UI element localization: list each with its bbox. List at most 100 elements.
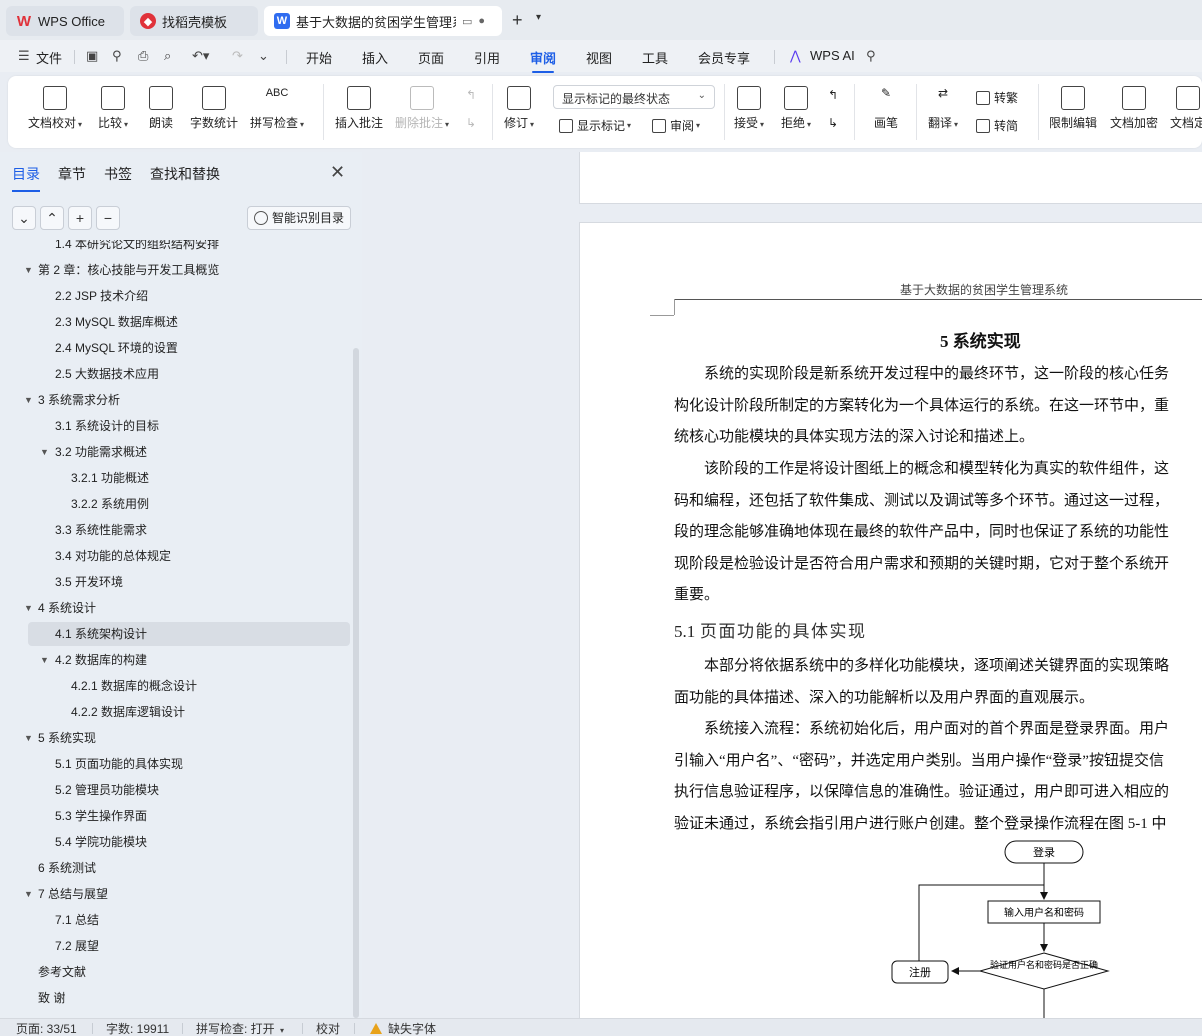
previous-comment-icon[interactable]: ↰ xyxy=(466,88,476,102)
smart-toc-button[interactable]: 智能识别目录 xyxy=(247,206,351,230)
print-icon[interactable]: ⎙ xyxy=(138,48,148,64)
tab-dot-icon[interactable]: ● xyxy=(478,15,485,27)
spell-check-button[interactable]: ABC 拼写检查 ▾ xyxy=(250,86,304,131)
insert-comment-button[interactable]: 插入批注 xyxy=(335,86,383,131)
expand-arrow-icon[interactable]: ▼ xyxy=(24,726,33,750)
expand-arrow-icon[interactable]: ▼ xyxy=(24,258,33,282)
toc-item[interactable]: 3.2.2 系统用例 xyxy=(0,492,350,516)
missing-font-status[interactable]: 缺失字体 xyxy=(370,1020,436,1036)
toc-item[interactable]: 3.1 系统设计的目标 xyxy=(0,414,350,438)
encrypt-button[interactable]: 文档加密 xyxy=(1110,86,1158,131)
hamburger-icon[interactable]: ☰ xyxy=(18,48,30,64)
toc-item[interactable]: 5.4 学院功能模块 xyxy=(0,830,350,854)
nav-tab-toc[interactable]: 目录 xyxy=(12,164,40,192)
doc-check-button[interactable]: 文档校对 ▾ xyxy=(28,86,82,131)
toc-item[interactable]: 5.3 学生操作界面 xyxy=(0,804,350,828)
new-tab-icon[interactable]: + xyxy=(512,10,523,31)
toc-item[interactable]: 3.3 系统性能需求 xyxy=(0,518,350,542)
share-icon[interactable]: ⚲ xyxy=(112,48,122,64)
undo-icon[interactable]: ↶▾ xyxy=(192,48,209,64)
expand-arrow-icon[interactable]: ▼ xyxy=(40,440,49,464)
toc-item[interactable]: 4.2.1 数据库的概念设计 xyxy=(0,674,350,698)
toc-item[interactable]: 4.2.2 数据库逻辑设计 xyxy=(0,700,350,724)
spell-check-status[interactable]: 拼写检查: 打开 ▾ xyxy=(196,1020,284,1036)
toc-item[interactable]: ▼ 第 2 章：核心技能与开发工具概览 xyxy=(0,258,350,282)
toc-item[interactable]: 2.2 JSP 技术介绍 xyxy=(0,284,350,308)
tab-wps-office[interactable]: W WPS Office xyxy=(6,6,124,36)
toc-item[interactable]: 3.4 对功能的总体规定 xyxy=(0,544,350,568)
read-aloud-button[interactable]: 朗读 xyxy=(149,86,173,131)
track-changes-button[interactable]: 修订 ▾ xyxy=(504,86,534,131)
toc-item[interactable]: 2.3 MySQL 数据库概述 xyxy=(0,310,350,334)
accept-button[interactable]: 接受 ▾ xyxy=(734,86,764,131)
toc-item[interactable]: 7.1 总结 xyxy=(0,908,350,932)
toc-item[interactable]: 5.2 管理员功能模块 xyxy=(0,778,350,802)
next-comment-icon[interactable]: ↳ xyxy=(466,116,476,130)
toc-item[interactable]: ▼ 7 总结与展望 xyxy=(0,882,350,906)
markup-mode-select[interactable]: 显示标记的最终状态 ⌄ xyxy=(553,85,715,109)
close-icon[interactable]: ✕ xyxy=(330,162,345,183)
previous-change-icon[interactable]: ↰ xyxy=(828,88,838,102)
menu-tools[interactable]: 工具 xyxy=(642,48,668,67)
expand-arrow-icon[interactable]: ▼ xyxy=(40,648,49,672)
menu-view[interactable]: 视图 xyxy=(586,48,612,67)
toc-item[interactable]: ▼ 4.2 数据库的构建 xyxy=(0,648,350,672)
review-pane-button[interactable]: 审阅 ▾ xyxy=(652,117,700,134)
show-markup-button[interactable]: 显示标记 ▾ xyxy=(559,117,631,134)
toc-item[interactable]: 3.2.1 功能概述 xyxy=(0,466,350,490)
save-icon[interactable]: ▣ xyxy=(86,48,98,64)
remove-heading-button[interactable]: − xyxy=(96,206,120,230)
menu-review[interactable]: 审阅 xyxy=(530,48,556,73)
expand-arrow-icon[interactable]: ▼ xyxy=(24,388,33,412)
toc-item[interactable]: 2.4 MySQL 环境的设置 xyxy=(0,336,350,360)
word-count[interactable]: 字数: 19911 xyxy=(106,1020,169,1036)
toc-item[interactable]: ▼ 3.2 功能需求概述 xyxy=(0,440,350,464)
menu-page[interactable]: 页面 xyxy=(418,48,444,67)
menu-insert[interactable]: 插入 xyxy=(362,48,388,67)
print-preview-icon[interactable]: ⌕ xyxy=(164,48,171,64)
toc-item[interactable]: ▼ 5 系统实现 xyxy=(0,726,350,750)
toc-item[interactable]: 7.2 展望 xyxy=(0,934,350,958)
expand-arrow-icon[interactable]: ▼ xyxy=(24,882,33,906)
collapse-button[interactable]: ⌄ xyxy=(12,206,36,230)
toc-item[interactable]: 参考文献 xyxy=(0,960,350,984)
pen-button[interactable]: ✎ 画笔 xyxy=(874,86,898,131)
reject-button[interactable]: 拒绝 ▾ xyxy=(781,86,811,131)
page-indicator[interactable]: 页面: 33/51 xyxy=(16,1020,77,1036)
word-count-button[interactable]: 字数统计 xyxy=(190,86,238,131)
toc-item[interactable]: ▼ 4 系统设计 xyxy=(0,596,350,620)
nav-tab-find-replace[interactable]: 查找和替换 xyxy=(150,164,220,184)
next-change-icon[interactable]: ↳ xyxy=(828,116,838,130)
nav-tab-bookmarks[interactable]: 书签 xyxy=(104,164,132,184)
doc-final-button[interactable]: 文档定 xyxy=(1170,86,1202,131)
to-traditional-button[interactable]: 转繁 xyxy=(976,89,1018,106)
menu-wps-ai[interactable]: WPS AI xyxy=(810,48,855,63)
chevron-down-icon[interactable]: ▾ xyxy=(536,12,541,23)
compare-button[interactable]: 比较 ▾ xyxy=(98,86,128,131)
document-page[interactable]: 基于大数据的贫困学生管理系统 5 系统实现 系统的实现阶段是新系统开发过程中的最… xyxy=(579,222,1202,1018)
toc-item[interactable]: 4.1 系统架构设计 xyxy=(28,622,350,646)
toc-item[interactable]: 5.1 页面功能的具体实现 xyxy=(0,752,350,776)
toc-item[interactable]: 3.5 开发环境 xyxy=(0,570,350,594)
chevron-down-icon[interactable]: ⌄ xyxy=(258,48,269,64)
nav-tab-chapters[interactable]: 章节 xyxy=(58,164,86,184)
toc-item[interactable]: 1.4 本研究论文的组织结构安排 xyxy=(0,240,350,256)
menu-start[interactable]: 开始 xyxy=(306,48,332,67)
translate-button[interactable]: ⇄ 翻译 ▾ xyxy=(928,86,958,131)
proofread-status[interactable]: 校对 xyxy=(316,1020,340,1036)
delete-comment-button[interactable]: 删除批注 ▾ xyxy=(395,86,449,131)
tab-document[interactable]: W 基于大数据的贫困学生管理系统 ▭ ● xyxy=(264,6,502,36)
redo-icon[interactable]: ↷ xyxy=(232,48,243,64)
add-heading-button[interactable]: + xyxy=(68,206,92,230)
menu-reference[interactable]: 引用 xyxy=(474,48,500,67)
toc-item[interactable]: 2.5 大数据技术应用 xyxy=(0,362,350,386)
toc-item[interactable]: ▼ 3 系统需求分析 xyxy=(0,388,350,412)
scrollbar[interactable] xyxy=(353,348,359,1018)
toc-item[interactable]: 致 谢 xyxy=(0,986,350,1010)
expand-button[interactable]: ⌃ xyxy=(40,206,64,230)
to-simplified-button[interactable]: 转简 xyxy=(976,117,1018,134)
menu-member[interactable]: 会员专享 xyxy=(698,48,750,67)
tab-docer[interactable]: ◆ 找稻壳模板 xyxy=(130,6,258,36)
search-icon[interactable]: ⚲ xyxy=(866,48,876,64)
restrict-edit-button[interactable]: 限制编辑 xyxy=(1049,86,1097,131)
